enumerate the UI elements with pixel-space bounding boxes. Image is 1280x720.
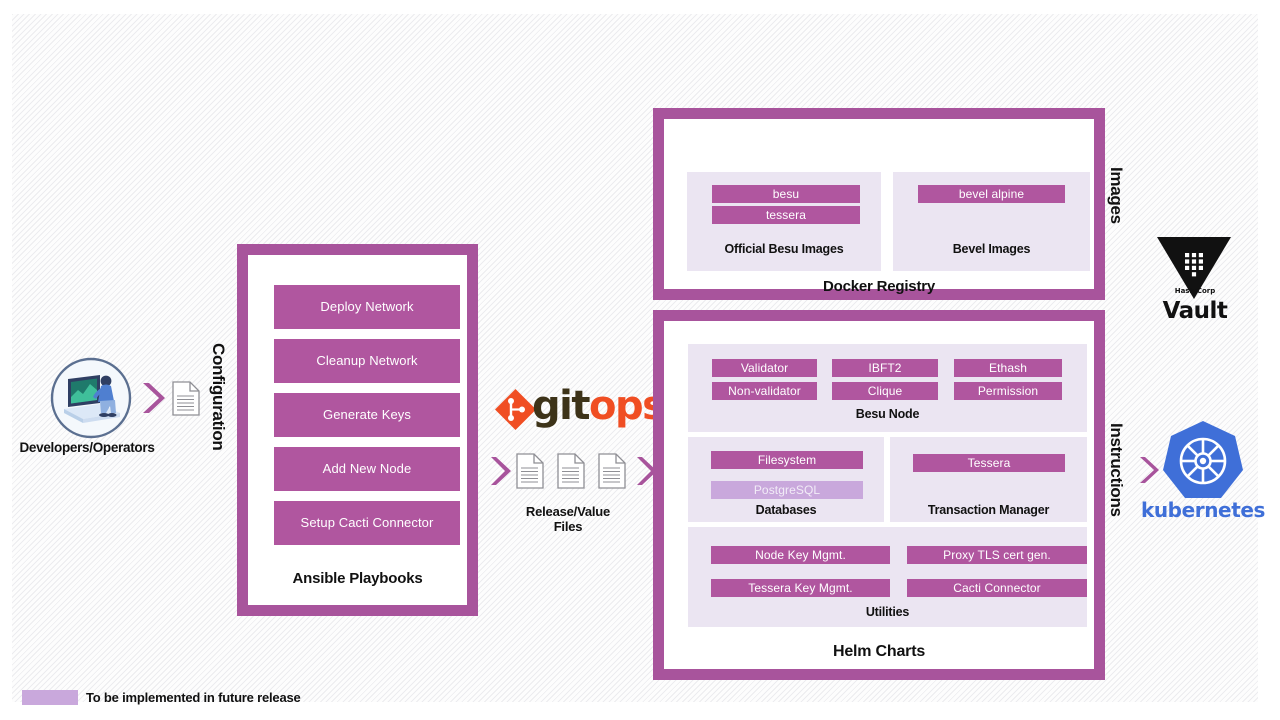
kubernetes-brand-name: kubernetes (1140, 498, 1266, 522)
vault-brand-name: Vault (1162, 298, 1228, 324)
group-official-besu-images-title: Official Besu Images (724, 242, 844, 256)
release-value-files-line1: Release/Value (525, 504, 611, 519)
transaction-manager-tessera[interactable]: Tessera (913, 454, 1065, 472)
group-transaction-manager-title: Transaction Manager (927, 503, 1050, 517)
group-besu-node: Validator Non-validator IBFT2 Clique Eth… (688, 344, 1087, 432)
diagram-canvas: Developers/Operators Configuration Deplo… (0, 0, 1280, 720)
group-databases-title: Databases (755, 503, 817, 517)
kubernetes-helm-wheel-icon (1158, 418, 1248, 504)
release-value-files-caption: Release/Value Files (500, 504, 636, 534)
utility-proxy-tls-cert-gen[interactable]: Proxy TLS cert gen. (907, 546, 1087, 564)
gitops-wordmark: gitops (532, 383, 666, 429)
arrow-to-kubernetes (1138, 455, 1160, 485)
utility-node-key-mgmt[interactable]: Node Key Mgmt. (711, 546, 890, 564)
legend-future-swatch (22, 690, 78, 705)
release-value-file-2 (557, 453, 585, 489)
configuration-flow-label: Configuration (209, 343, 228, 451)
group-utilities: Node Key Mgmt. Tessera Key Mgmt. Proxy T… (688, 527, 1087, 627)
playbook-deploy-network[interactable]: Deploy Network (274, 285, 460, 329)
ansible-playbooks-panel: Deploy Network Cleanup Network Generate … (237, 244, 478, 616)
instructions-flow-label: Instructions (1107, 423, 1126, 517)
playbook-add-new-node[interactable]: Add New Node (274, 447, 460, 491)
besu-node-permission[interactable]: Permission (954, 382, 1062, 400)
release-value-file-1 (516, 453, 544, 489)
playbook-cleanup-network[interactable]: Cleanup Network (274, 339, 460, 383)
image-besu[interactable]: besu (712, 185, 860, 203)
group-databases: Filesystem PostgreSQL Databases (688, 437, 884, 522)
besu-node-ibft2[interactable]: IBFT2 (832, 359, 938, 377)
besu-node-ethash[interactable]: Ethash (954, 359, 1062, 377)
image-bevel-alpine[interactable]: bevel alpine (918, 185, 1065, 203)
database-filesystem[interactable]: Filesystem (711, 451, 863, 469)
legend-future-text: To be implemented in future release (86, 690, 301, 705)
docker-registry-panel: besu tessera Official Besu Images bevel … (653, 108, 1105, 300)
helm-charts-title: Helm Charts (832, 643, 926, 660)
besu-node-clique[interactable]: Clique (832, 382, 938, 400)
docker-registry-title: Docker Registry (822, 278, 936, 295)
besu-node-non-validator[interactable]: Non-validator (712, 382, 817, 400)
developers-icon (50, 357, 132, 439)
group-besu-node-title: Besu Node (855, 407, 920, 421)
database-postgresql[interactable]: PostgreSQL (711, 481, 863, 499)
utility-tessera-key-mgmt[interactable]: Tessera Key Mgmt. (711, 579, 890, 597)
release-value-file-3 (598, 453, 626, 489)
group-bevel-images-title: Bevel Images (952, 242, 1031, 256)
playbook-generate-keys[interactable]: Generate Keys (274, 393, 460, 437)
group-utilities-title: Utilities (865, 605, 910, 619)
developers-label: Developers/Operators (19, 440, 155, 455)
arrow-developers-to-configuration (141, 381, 165, 415)
images-flow-label: Images (1107, 167, 1126, 224)
image-tessera[interactable]: tessera (712, 206, 860, 224)
group-transaction-manager: Tessera Transaction Manager (890, 437, 1087, 522)
arrow-ansible-to-files (489, 455, 511, 487)
besu-node-validator[interactable]: Validator (712, 359, 817, 377)
vault-brand-small: HashiCorp (1174, 287, 1216, 295)
playbook-setup-cacti-connector[interactable]: Setup Cacti Connector (274, 501, 460, 545)
helm-charts-panel: Validator Non-validator IBFT2 Clique Eth… (653, 310, 1105, 680)
release-value-files-line2: Files (553, 519, 583, 534)
gitops-word-git: git (532, 383, 590, 429)
group-bevel-images: bevel alpine Bevel Images (893, 172, 1090, 271)
ansible-playbooks-title: Ansible Playbooks (292, 570, 423, 587)
utility-cacti-connector[interactable]: Cacti Connector (907, 579, 1087, 597)
configuration-document-icon (172, 381, 200, 416)
group-official-besu-images: besu tessera Official Besu Images (687, 172, 881, 271)
